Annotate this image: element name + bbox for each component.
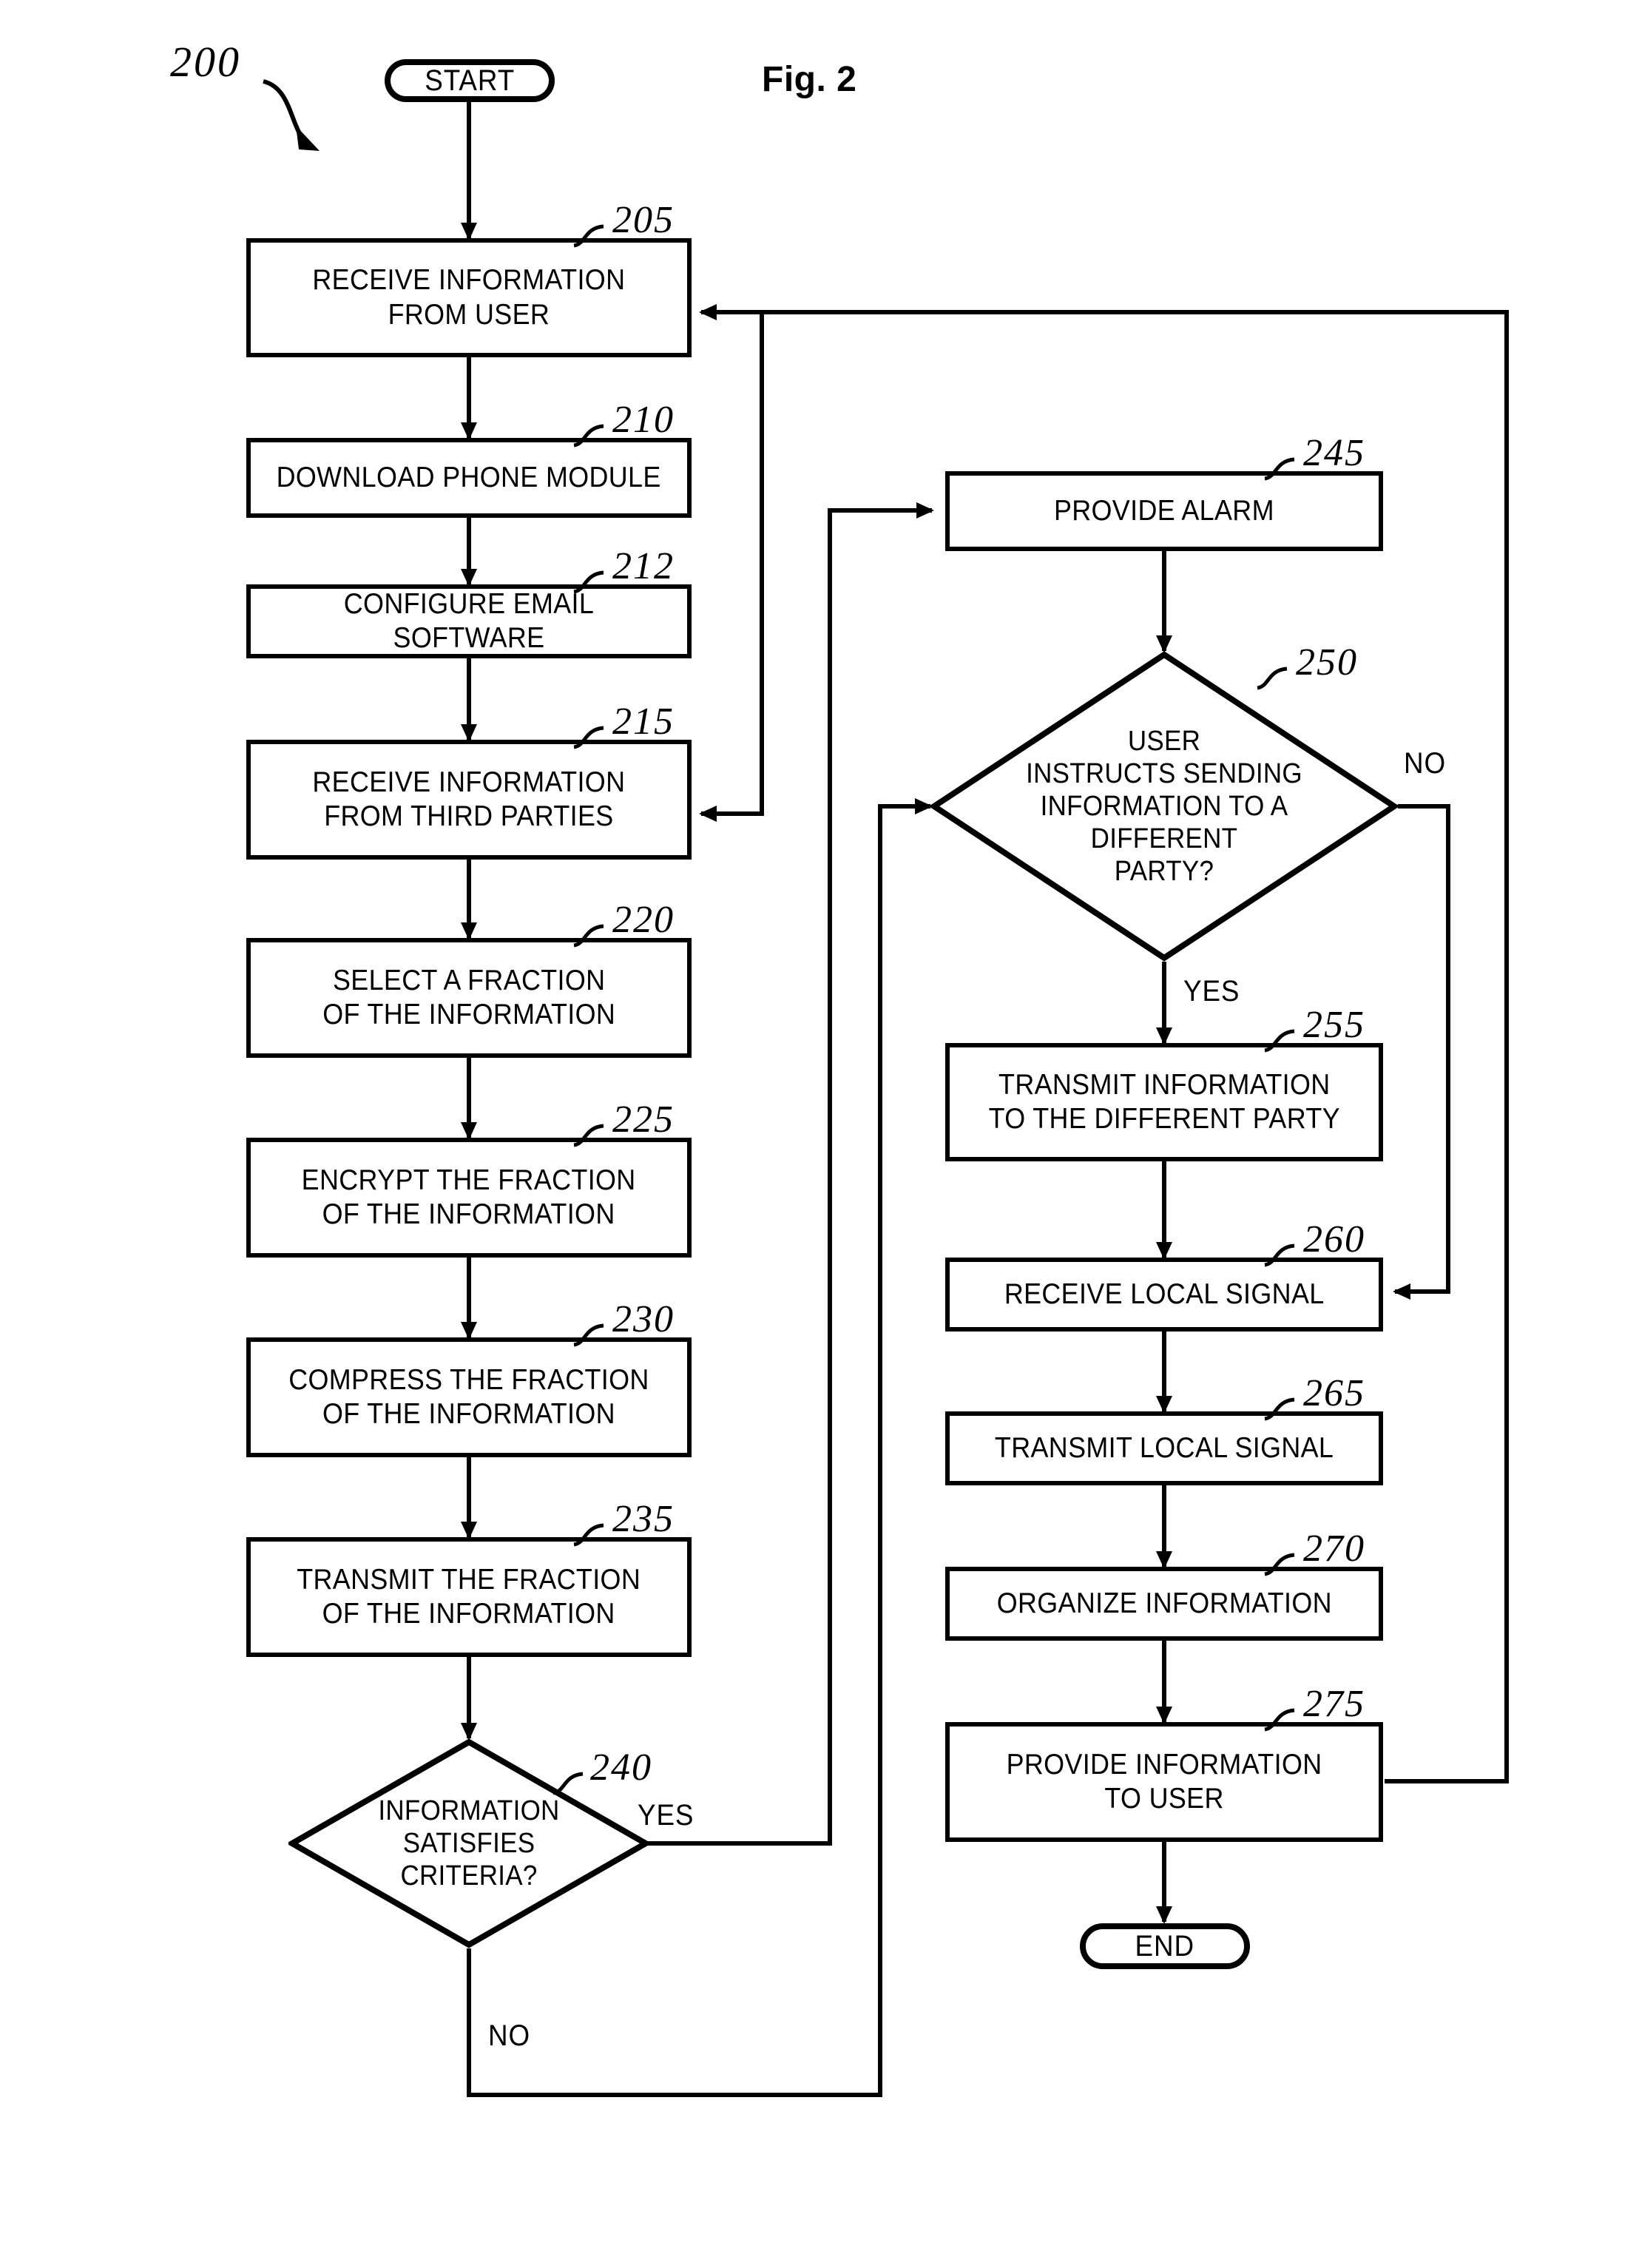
ref-number-250: 250 [1296, 641, 1358, 684]
ref-leader-225 [573, 1124, 604, 1147]
process-box-215: RECEIVE INFORMATION FROM THIRD PARTIES [246, 740, 692, 860]
ref-number-210: 210 [612, 399, 675, 441]
process-box-235: TRANSMIT THE FRACTION OF THE INFORMATION [246, 1537, 692, 1657]
ref-leader-265 [1264, 1397, 1295, 1421]
terminal-start: START [385, 59, 555, 102]
process-box-230-label: COMPRESS THE FRACTION OF THE INFORMATION [288, 1363, 649, 1430]
process-box-245-label: PROVIDE ALARM [1054, 494, 1274, 527]
process-box-260-label: RECEIVE LOCAL SIGNAL [1004, 1278, 1325, 1310]
ref-number-275: 275 [1303, 1683, 1365, 1725]
figure-tag-leader-arrow [263, 79, 320, 151]
process-box-255-label: TRANSMIT INFORMATION TO THE DIFFERENT PA… [988, 1068, 1340, 1135]
ref-leader-220 [573, 924, 604, 948]
process-box-220: SELECT A FRACTION OF THE INFORMATION [246, 938, 692, 1058]
ref-number-205: 205 [612, 199, 675, 241]
ref-number-215: 215 [612, 701, 675, 743]
decision-diamond-250-label: USER INSTRUCTS SENDING INFORMATION TO A … [1026, 725, 1302, 888]
ref-number-235: 235 [612, 1498, 675, 1540]
branch-label-240-no: NO [488, 2019, 531, 2052]
ref-leader-260 [1264, 1243, 1295, 1267]
terminal-end-label: END [1135, 1929, 1195, 1962]
ref-number-220: 220 [612, 899, 675, 941]
branch-label-250-no: NO [1404, 747, 1447, 780]
ref-number-260: 260 [1303, 1218, 1365, 1260]
process-box-270-label: ORGANIZE INFORMATION [996, 1587, 1332, 1619]
ref-leader-215 [573, 726, 604, 749]
process-box-275-label: PROVIDE INFORMATION TO USER [1006, 1748, 1322, 1815]
process-box-225: ENCRYPT THE FRACTION OF THE INFORMATION [246, 1138, 692, 1258]
process-box-225-label: ENCRYPT THE FRACTION OF THE INFORMATION [302, 1164, 636, 1230]
process-box-270: ORGANIZE INFORMATION [945, 1567, 1383, 1641]
ref-number-270: 270 [1303, 1528, 1365, 1570]
ref-number-255: 255 [1303, 1004, 1365, 1046]
process-box-212-label: CONFIGURE EMAIL SOFTWARE [343, 587, 595, 654]
ref-number-230: 230 [612, 1298, 675, 1340]
ref-leader-230 [573, 1323, 604, 1347]
process-box-215-label: RECEIVE INFORMATION FROM THIRD PARTIES [312, 766, 626, 832]
process-box-205-label: RECEIVE INFORMATION FROM USER [312, 264, 626, 331]
patent-figure-sheet: 200 Fig. 2 START RECEIVE INFORMATION FRO… [0, 0, 1639, 2268]
process-box-265-label: TRANSMIT LOCAL SIGNAL [994, 1431, 1334, 1464]
figure-title: Fig. 2 [762, 60, 857, 99]
ref-leader-250 [1257, 666, 1288, 690]
process-box-275: PROVIDE INFORMATION TO USER [945, 1722, 1383, 1842]
process-box-220-label: SELECT A FRACTION OF THE INFORMATION [322, 964, 615, 1030]
ref-number-212: 212 [612, 545, 675, 587]
process-box-210-label: DOWNLOAD PHONE MODULE [276, 461, 662, 493]
process-box-230: COMPRESS THE FRACTION OF THE INFORMATION [246, 1337, 692, 1457]
ref-number-265: 265 [1303, 1372, 1365, 1414]
ref-leader-205 [573, 224, 604, 248]
ref-leader-255 [1264, 1029, 1295, 1053]
terminal-end: END [1080, 1923, 1250, 1969]
ref-leader-240 [552, 1772, 584, 1795]
branch-label-250-yes: YES [1183, 975, 1240, 1008]
ref-number-245: 245 [1303, 432, 1365, 474]
ref-leader-275 [1264, 1708, 1295, 1732]
process-box-255: TRANSMIT INFORMATION TO THE DIFFERENT PA… [945, 1043, 1383, 1161]
process-box-265: TRANSMIT LOCAL SIGNAL [945, 1411, 1383, 1485]
ref-leader-270 [1264, 1553, 1295, 1576]
process-box-245: PROVIDE ALARM [945, 471, 1383, 551]
terminal-start-label: START [425, 64, 515, 97]
process-box-205: RECEIVE INFORMATION FROM USER [246, 238, 692, 357]
decision-diamond-250: USER INSTRUCTS SENDING INFORMATION TO A … [930, 651, 1398, 962]
process-box-260: RECEIVE LOCAL SIGNAL [945, 1258, 1383, 1332]
ref-leader-210 [573, 424, 604, 448]
ref-leader-212 [573, 570, 604, 594]
figure-tag-200: 200 [170, 38, 241, 86]
ref-number-225: 225 [612, 1098, 675, 1141]
ref-leader-245 [1264, 457, 1295, 481]
branch-label-240-yes: YES [638, 1799, 695, 1832]
ref-leader-235 [573, 1523, 604, 1547]
process-box-235-label: TRANSMIT THE FRACTION OF THE INFORMATION [297, 1563, 641, 1630]
process-box-212: CONFIGURE EMAIL SOFTWARE [246, 584, 692, 658]
process-box-210: DOWNLOAD PHONE MODULE [246, 438, 692, 518]
